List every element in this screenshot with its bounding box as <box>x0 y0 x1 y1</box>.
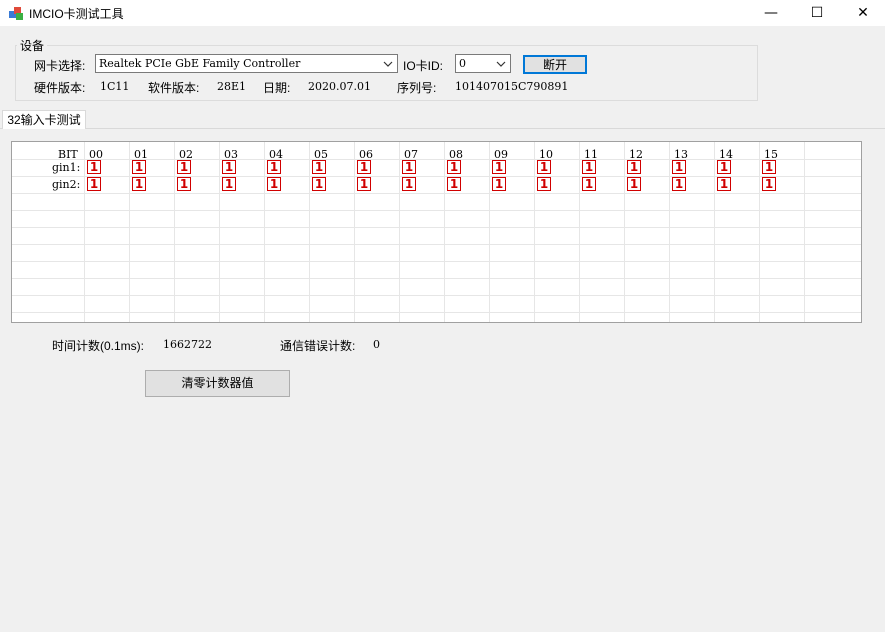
bit-indicator: 1 <box>312 177 326 191</box>
bit-indicator: 1 <box>762 177 776 191</box>
serial-label: 序列号: <box>397 81 437 95</box>
bit-indicator: 1 <box>402 177 416 191</box>
nic-select-value: Realtek PCIe GbE Family Controller <box>99 57 301 70</box>
ioid-select-value: 0 <box>459 57 466 70</box>
time-count-label: 时间计数(0.1ms): <box>52 339 145 353</box>
grid-row-line <box>12 278 861 279</box>
bit-indicator: 1 <box>492 160 506 174</box>
grid-column-line <box>354 142 355 322</box>
grid-row-line <box>12 227 861 228</box>
grid-row-line <box>12 261 861 262</box>
bit-indicator: 1 <box>132 160 146 174</box>
hw-version-value: 1C11 <box>100 80 130 93</box>
nic-label: 网卡选择: <box>34 59 86 73</box>
bit-indicator: 1 <box>267 177 281 191</box>
sw-version-label: 软件版本: <box>148 81 200 95</box>
date-label: 日期: <box>263 81 291 95</box>
serial-value: 101407015C790891 <box>455 80 569 93</box>
bit-indicator: 1 <box>357 177 371 191</box>
bit-indicator: 1 <box>537 177 551 191</box>
tab-strip-line <box>0 128 885 129</box>
grid-column-line <box>444 142 445 322</box>
grid-row-line <box>12 295 861 296</box>
bit-indicator: 1 <box>672 160 686 174</box>
bit-indicator: 1 <box>312 160 326 174</box>
grid-column-line <box>669 142 670 322</box>
grid-header-bit: BIT <box>58 148 78 161</box>
bit-indicator: 1 <box>492 177 506 191</box>
bit-indicator: 1 <box>132 177 146 191</box>
bit-indicator: 1 <box>582 160 596 174</box>
ioid-select[interactable]: 0 <box>455 54 511 73</box>
time-count-value: 1662722 <box>163 338 212 351</box>
ioid-label: IO卡ID: <box>403 59 444 73</box>
close-button[interactable]: ✕ <box>840 0 885 26</box>
grid-row-line <box>12 244 861 245</box>
grid-row-line <box>12 210 861 211</box>
grid-column-line <box>489 142 490 322</box>
bit-indicator: 1 <box>267 160 281 174</box>
clear-counter-button[interactable]: 清零计数器值 <box>145 370 290 397</box>
bit-indicator: 1 <box>627 177 641 191</box>
window-title: IMCIO卡测试工具 <box>29 7 124 21</box>
app-icon <box>9 7 23 20</box>
bit-indicator: 1 <box>87 177 101 191</box>
error-count-label: 通信错误计数: <box>280 339 356 353</box>
grid-row-label: gin2: <box>52 178 81 191</box>
bit-indicator: 1 <box>222 160 236 174</box>
tab-32-input-test[interactable]: 32输入卡测试 <box>2 110 86 129</box>
minimize-button[interactable]: — <box>748 0 794 26</box>
grid-column-line <box>399 142 400 322</box>
grid-column-line <box>309 142 310 322</box>
grid-column-line <box>714 142 715 322</box>
nic-select[interactable]: Realtek PCIe GbE Family Controller <box>95 54 398 73</box>
bit-indicator: 1 <box>627 160 641 174</box>
bit-status-grid: BIT 00 01 02 03 04 05 06 07 08 09 10 11 12 13 14 15 gin1:… <box>11 141 862 323</box>
bit-indicator: 1 <box>87 160 101 174</box>
chevron-down-icon <box>383 61 393 67</box>
bit-indicator: 1 <box>537 160 551 174</box>
bit-indicator: 1 <box>222 177 236 191</box>
chevron-down-icon <box>496 61 506 67</box>
grid-column-line <box>624 142 625 322</box>
grid-row-line <box>12 193 861 194</box>
bit-indicator: 1 <box>447 160 461 174</box>
grid-column-line <box>174 142 175 322</box>
grid-row-label: gin1: <box>52 161 81 174</box>
bit-indicator: 1 <box>672 177 686 191</box>
maximize-button[interactable]: ☐ <box>794 0 840 26</box>
bit-indicator: 1 <box>582 177 596 191</box>
bit-indicator: 1 <box>402 160 416 174</box>
grid-row-line <box>12 312 861 313</box>
date-value: 2020.07.01 <box>308 80 371 93</box>
grid-column-line <box>264 142 265 322</box>
grid-column-line <box>84 142 85 322</box>
grid-column-line <box>759 142 760 322</box>
hw-version-label: 硬件版本: <box>34 81 86 95</box>
grid-column-line <box>219 142 220 322</box>
grid-column-line <box>534 142 535 322</box>
device-group-legend: 设备 <box>17 37 48 54</box>
bit-indicator: 1 <box>177 177 191 191</box>
disconnect-button[interactable]: 断开 <box>523 55 587 74</box>
title-bar: IMCIO卡测试工具 — ☐ ✕ <box>0 0 885 26</box>
grid-column-line <box>579 142 580 322</box>
error-count-value: 0 <box>373 338 380 351</box>
bit-indicator: 1 <box>717 160 731 174</box>
bit-indicator: 1 <box>447 177 461 191</box>
sw-version-value: 28E1 <box>217 80 247 93</box>
bit-indicator: 1 <box>177 160 191 174</box>
bit-indicator: 1 <box>717 177 731 191</box>
grid-column-line <box>129 142 130 322</box>
grid-column-line <box>804 142 805 322</box>
bit-indicator: 1 <box>762 160 776 174</box>
bit-indicator: 1 <box>357 160 371 174</box>
